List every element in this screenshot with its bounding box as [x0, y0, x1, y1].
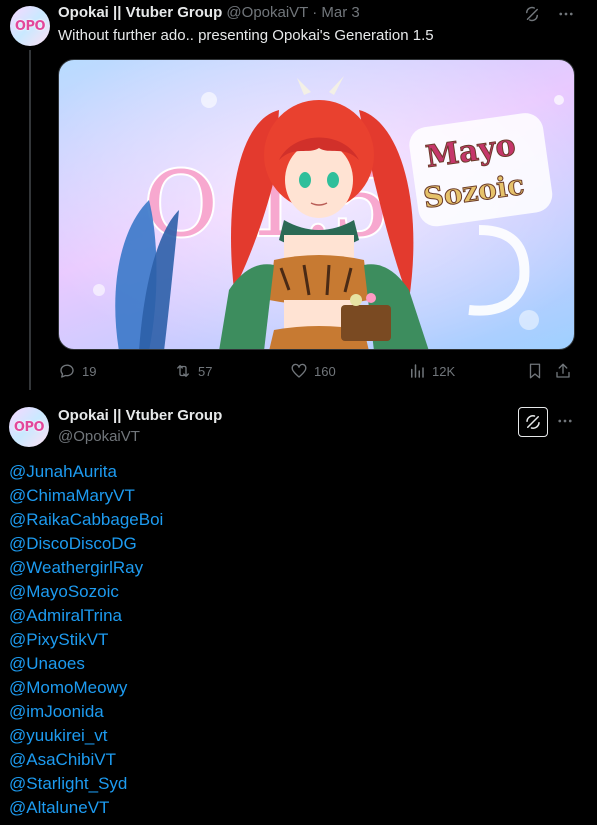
tweet-header: Opokai || Vtuber Group @OpokaiVT · Mar 3: [58, 4, 360, 21]
tweet-date[interactable]: Mar 3: [321, 4, 359, 21]
repost-button[interactable]: 57: [174, 362, 212, 380]
tweet-reply[interactable]: OPO Opokai || Vtuber Group @OpokaiVT @Ju…: [0, 396, 597, 825]
thread-line: [29, 50, 31, 390]
mention-link[interactable]: @MomoMeowy: [9, 676, 163, 700]
avatar[interactable]: OPO: [10, 6, 50, 46]
mention-link[interactable]: @yuukirei_vt: [9, 724, 163, 748]
share-icon: [556, 363, 570, 378]
mention-link[interactable]: @ChimaMaryVT: [9, 484, 163, 508]
mention-link[interactable]: @imJoonida: [9, 700, 163, 724]
mention-link[interactable]: @Starlight_Syd: [9, 772, 163, 796]
share-button[interactable]: [554, 362, 572, 380]
mention-link[interactable]: @MayoSozoic: [9, 580, 163, 604]
grok-icon[interactable]: [523, 5, 541, 23]
like-icon: [291, 363, 307, 378]
separator: ·: [312, 4, 318, 21]
grok-icon: [526, 415, 540, 429]
bookmark-button[interactable]: [526, 362, 544, 380]
avatar[interactable]: OPO: [9, 407, 49, 447]
tweet-actions: 19 57 160 12K: [58, 362, 578, 384]
mention-link[interactable]: @JunahAurita: [9, 460, 163, 484]
mention-link[interactable]: @AdmiralTrina: [9, 604, 163, 628]
more-icon[interactable]: [557, 5, 575, 23]
tweet-top-actions: [523, 5, 575, 23]
avatar-logo-text: OPO: [13, 419, 45, 435]
tweet-text: Without further ado.. presenting Opokai'…: [58, 27, 434, 44]
reply-icon: [60, 364, 74, 378]
views-button[interactable]: 12K: [408, 362, 455, 380]
reply-count: 19: [82, 363, 97, 379]
more-icon[interactable]: [556, 412, 574, 435]
mention-link[interactable]: @RaikaCabbageBoi: [9, 508, 163, 532]
mention-link[interactable]: @PixyStikVT: [9, 628, 163, 652]
handle[interactable]: @OpokaiVT: [226, 4, 308, 21]
repost-icon: [177, 365, 189, 377]
mention-list: @JunahAurita @ChimaMaryVT @RaikaCabbageB…: [9, 460, 163, 820]
reply-button[interactable]: 19: [58, 362, 96, 380]
display-name[interactable]: Opokai || Vtuber Group: [58, 407, 222, 424]
avatar-logo-text: OPO: [14, 18, 46, 34]
tweet-media-image[interactable]: O 1.5: [58, 59, 575, 350]
like-button[interactable]: 160: [290, 362, 336, 380]
repost-count: 57: [198, 363, 213, 379]
like-count: 160: [314, 363, 336, 379]
mention-link[interactable]: @WeathergirlRay: [9, 556, 163, 580]
grok-button[interactable]: [518, 407, 548, 437]
display-name[interactable]: Opokai || Vtuber Group: [58, 4, 222, 21]
handle[interactable]: @OpokaiVT: [58, 428, 140, 445]
media-illustration: O 1.5: [59, 60, 574, 349]
mention-link[interactable]: @DiscoDiscoDG: [9, 532, 163, 556]
mention-link[interactable]: @AsaChibiVT: [9, 748, 163, 772]
mention-link[interactable]: @Unaoes: [9, 652, 163, 676]
views-icon: [411, 364, 424, 378]
mention-link[interactable]: @AltaluneVT: [9, 796, 163, 820]
bookmark-icon: [529, 363, 541, 379]
tweet-original[interactable]: OPO Opokai || Vtuber Group @OpokaiVT · M…: [0, 0, 597, 395]
view-count: 12K: [432, 363, 456, 379]
